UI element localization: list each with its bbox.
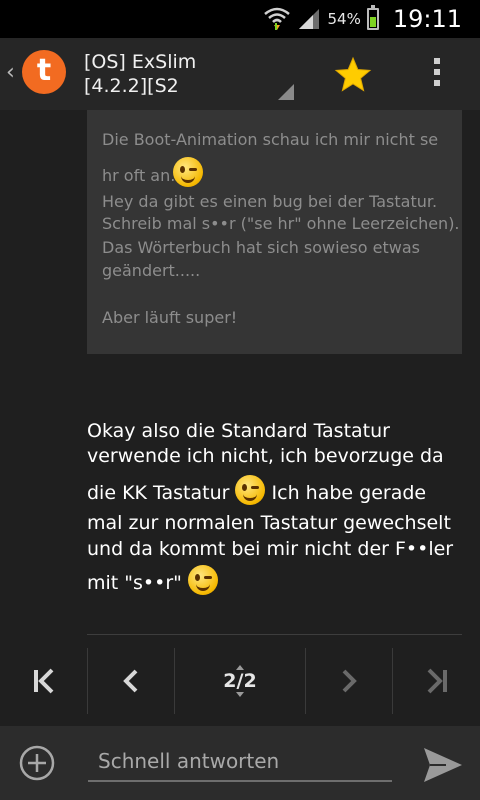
battery-fill (369, 17, 376, 27)
action-bar: ‹ t [OS] ExSlim [4.2.2][S2 (0, 38, 480, 110)
status-bar: 54% 19:11 (0, 0, 480, 38)
quote-line: geändert..... (102, 261, 201, 280)
quote-line: Schreib mal s••r ("se hr" ohne Leerzeich… (102, 214, 460, 233)
title-dropdown-indicator-icon (278, 84, 294, 100)
quote-line: Hey da gibt es einen bug bei der Tastatu… (102, 192, 438, 211)
thread-title-line2: [4.2.2][S2 (84, 75, 179, 97)
overflow-menu-icon[interactable] (428, 58, 446, 94)
post-line: verwende ich nicht, ich bevorzuge da (87, 445, 444, 467)
chevron-left-icon (123, 669, 138, 693)
next-page-button[interactable] (306, 648, 392, 714)
clock: 19:11 (392, 5, 462, 33)
post-text: mit "s••r" (87, 572, 182, 594)
wifi-icon (264, 7, 291, 30)
page-selector[interactable]: 2/2 (175, 648, 305, 714)
caret-down-icon (235, 692, 244, 697)
last-page-icon (427, 668, 447, 694)
quote-line: Aber läuft super! (102, 308, 238, 327)
last-page-button[interactable] (393, 648, 480, 714)
logo-letter: t (36, 52, 52, 88)
post-line: die KK Tastatur Ich habe gerade (87, 474, 427, 505)
first-page-icon (33, 668, 53, 694)
battery-icon (366, 5, 379, 30)
quote-block: Die Boot-Animation schau ich mir nicht s… (87, 110, 462, 354)
signal-icon (299, 9, 320, 29)
add-attachment-icon[interactable] (18, 744, 56, 782)
quick-reply-bar (0, 726, 480, 800)
battery-percent: 54% (327, 10, 361, 28)
chevron-right-icon (342, 669, 357, 693)
post-line: und da kommt bei mir nicht der F••ler (87, 538, 454, 560)
quote-line: hr oft an. (102, 156, 204, 187)
quote-line: Die Boot-Animation schau ich mir nicht s… (102, 130, 439, 149)
wink-emoji-icon (173, 156, 204, 187)
previous-page-button[interactable] (88, 648, 174, 714)
page-label: 2/2 (223, 670, 257, 692)
post-line: Okay also die Standard Tastatur (87, 420, 390, 442)
quick-reply-input[interactable] (88, 742, 392, 782)
page-indicator: 2/2 (223, 665, 257, 697)
quote-text: hr oft an. (102, 166, 176, 185)
tapatalk-logo[interactable]: t (22, 50, 66, 94)
post-text: Ich habe gerade (271, 482, 427, 504)
thread-title[interactable]: [OS] ExSlim [4.2.2][S2 (84, 50, 294, 98)
post-line: mal zur normalen Tastatur gewechselt (87, 512, 451, 534)
thread-title-line1: [OS] ExSlim (84, 51, 197, 73)
quote-line: Das Wörterbuch hat sich sowieso etwas (102, 238, 420, 257)
wink-emoji-icon (187, 564, 218, 595)
divider (87, 634, 462, 635)
wink-emoji-icon (235, 474, 266, 505)
post-line: mit "s••r" (87, 564, 218, 595)
first-page-button[interactable] (0, 648, 87, 714)
pagination-bar: 2/2 (0, 648, 480, 714)
post-text: die KK Tastatur (87, 482, 230, 504)
status-icons: 54% 19:11 (263, 0, 462, 38)
send-icon[interactable] (422, 746, 464, 784)
star-icon[interactable] (334, 56, 372, 94)
back-chevron-icon[interactable]: ‹ (6, 60, 15, 85)
